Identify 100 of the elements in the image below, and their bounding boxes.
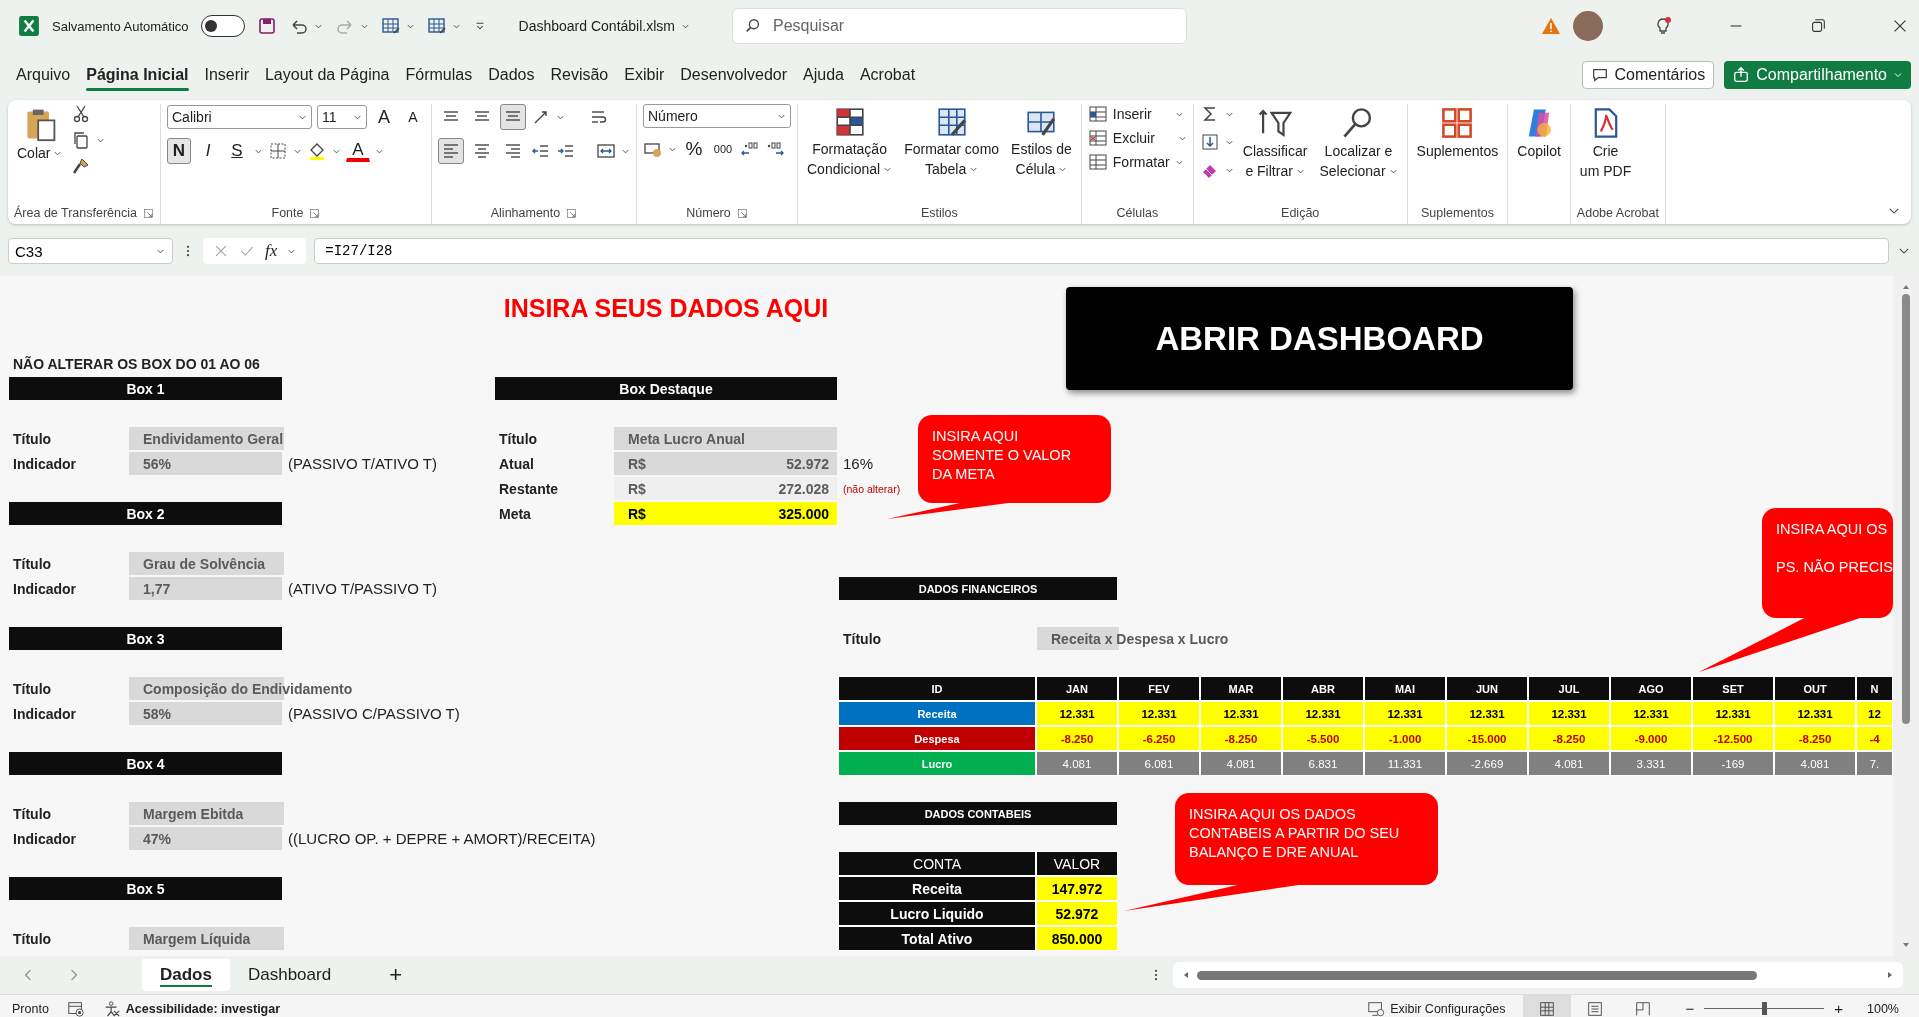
menu-tab[interactable]: Acrobat [851, 56, 924, 94]
bottom-align-button[interactable] [500, 104, 526, 130]
value-cell[interactable]: 1,77 [128, 576, 283, 601]
ribbon-button[interactable]: Suplementos [1413, 104, 1502, 162]
dialog-launcher-icon[interactable] [566, 207, 578, 219]
comments-button[interactable]: Comentários [1581, 61, 1715, 89]
borders-icon[interactable] [268, 141, 288, 161]
search-field[interactable]: Pesquisar [732, 8, 1187, 44]
sheet-tab[interactable]: Dados [142, 959, 230, 991]
table-cell[interactable]: 4.081 [1774, 751, 1856, 776]
bold-button[interactable]: N [167, 138, 191, 164]
table-cell[interactable]: 12 [1856, 701, 1893, 726]
formula-input[interactable]: =I27/I28 [314, 238, 1889, 264]
table-cell[interactable]: 4.081 [1200, 751, 1282, 776]
add-sheet-button[interactable]: + [389, 962, 402, 988]
ribbon-button[interactable]: Estilos de Célula [1008, 104, 1075, 180]
ribbon-button[interactable]: Excluir [1087, 128, 1187, 148]
display-settings-link[interactable]: Exibir Configurações [1390, 1001, 1506, 1016]
font-size-dropdown[interactable]: 11 [317, 105, 367, 129]
caret-icon[interactable] [156, 247, 165, 256]
menu-tab[interactable]: Ajuda [795, 56, 852, 94]
sheet-tab[interactable]: Dashboard [229, 959, 350, 991]
autosave-toggle[interactable] [200, 15, 245, 37]
menu-tab[interactable]: Fórmulas [397, 56, 481, 94]
insert-function-button[interactable]: fx [265, 241, 278, 261]
font-color-button[interactable]: A [346, 140, 370, 162]
normal-view-button[interactable] [1523, 995, 1572, 1017]
menu-tab[interactable]: Página Inicial [78, 56, 197, 94]
table-cell[interactable]: -9.000 [1610, 726, 1692, 751]
ribbon-button[interactable]: Classificar e Filtrar [1239, 104, 1311, 182]
table-cell[interactable]: 52.972 [1036, 901, 1118, 926]
table-cell[interactable]: -12.500 [1692, 726, 1774, 751]
macro-record-icon[interactable] [66, 999, 85, 1017]
value-cell[interactable]: 58% [128, 701, 283, 726]
shrink-font-button[interactable]: A [401, 104, 425, 130]
table-cell[interactable]: 7. [1856, 751, 1893, 776]
ribbon-button[interactable]: Formatação Condicional [804, 104, 896, 180]
open-dashboard-button[interactable]: ABRIR DASHBOARD [1066, 287, 1573, 390]
table-cell[interactable]: -15.000 [1446, 726, 1528, 751]
table-cell[interactable]: -8.250 [1774, 726, 1856, 751]
table-cell[interactable]: 12.331 [1364, 701, 1446, 726]
value-cell[interactable]: 47% [128, 826, 283, 851]
currency-cell[interactable]: R$ 325.000 [613, 501, 838, 526]
warning-icon[interactable] [1541, 16, 1561, 36]
paste-button[interactable]: Colar [14, 104, 66, 164]
table-cell[interactable]: -8.250 [1528, 726, 1610, 751]
table-cell[interactable]: 12.331 [1200, 701, 1282, 726]
table-cell[interactable]: -4 [1856, 726, 1893, 751]
dialog-launcher-icon[interactable] [309, 207, 321, 219]
table-cell[interactable]: -8.250 [1200, 726, 1282, 751]
file-name[interactable]: Dashboard Contábil.xlsm [518, 18, 690, 34]
horizontal-scrollbar[interactable] [1173, 962, 1903, 988]
table-cell[interactable]: 12.331 [1774, 701, 1856, 726]
table-cell[interactable]: -8.250 [1036, 726, 1118, 751]
ribbon-button[interactable]: Formatar [1087, 152, 1187, 172]
dialog-launcher-icon[interactable] [143, 207, 154, 219]
percent-button[interactable]: % [682, 136, 706, 162]
table-cell[interactable]: -2.669 [1446, 751, 1528, 776]
table-cell[interactable]: 12.331 [1118, 701, 1200, 726]
display-settings-icon[interactable] [1367, 999, 1386, 1017]
scroll-thumb[interactable] [1197, 970, 1757, 980]
share-button[interactable]: Compartilhamento [1724, 61, 1911, 89]
left-align-button[interactable] [438, 138, 464, 164]
table-cell[interactable]: 12.331 [1610, 701, 1692, 726]
thousands-button[interactable]: 000 [711, 136, 735, 162]
table-cell[interactable]: -169 [1692, 751, 1774, 776]
underline-button[interactable]: S [225, 138, 249, 164]
table-cell[interactable]: 12.331 [1446, 701, 1528, 726]
table-cell[interactable]: 11.331 [1364, 751, 1446, 776]
table-cell[interactable]: 6.081 [1118, 751, 1200, 776]
fill-down-icon[interactable] [1199, 132, 1220, 152]
menu-tab[interactable]: Arquivo [8, 56, 79, 94]
menu-tab[interactable]: Layout da Página [256, 56, 398, 94]
menu-tab[interactable]: Desenvolvedor [672, 56, 795, 94]
menu-tab[interactable]: Dados [480, 56, 543, 94]
avatar[interactable] [1573, 11, 1603, 41]
table-cell[interactable]: 12.331 [1528, 701, 1610, 726]
table-icon[interactable] [426, 16, 447, 36]
currency-cell[interactable]: R$ 272.028 [613, 476, 838, 501]
name-box[interactable]: C33 [8, 238, 173, 264]
grow-font-button[interactable]: A [372, 104, 396, 130]
ribbon-button[interactable]: Inserir [1087, 104, 1187, 124]
table-cell[interactable]: 12.331 [1036, 701, 1118, 726]
ribbon-button[interactable]: Crie um PDF [1576, 104, 1635, 182]
table-cell[interactable]: -1.000 [1364, 726, 1446, 751]
table-cell[interactable]: 4.081 [1528, 751, 1610, 776]
ribbon-button[interactable]: Copilot [1514, 104, 1564, 162]
accessibility-status[interactable]: Acessibilidade: investigar [125, 1001, 281, 1016]
merge-cells-icon[interactable] [596, 141, 616, 161]
zoom-thumb[interactable] [1762, 1002, 1768, 1015]
table-cell[interactable]: 12.331 [1692, 701, 1774, 726]
save-icon[interactable] [256, 16, 277, 36]
ribbon-button[interactable]: Localizar e Selecionar [1316, 104, 1401, 182]
table-cell[interactable]: 4.081 [1036, 751, 1118, 776]
menu-tab[interactable]: Inserir [196, 56, 257, 94]
cancel-icon[interactable] [213, 243, 229, 259]
value-cell[interactable]: 56% [128, 451, 283, 476]
dialog-launcher-icon[interactable] [736, 207, 748, 219]
value-cell[interactable]: Meta Lucro Anual [613, 426, 838, 451]
table-cell[interactable]: 3.331 [1610, 751, 1692, 776]
